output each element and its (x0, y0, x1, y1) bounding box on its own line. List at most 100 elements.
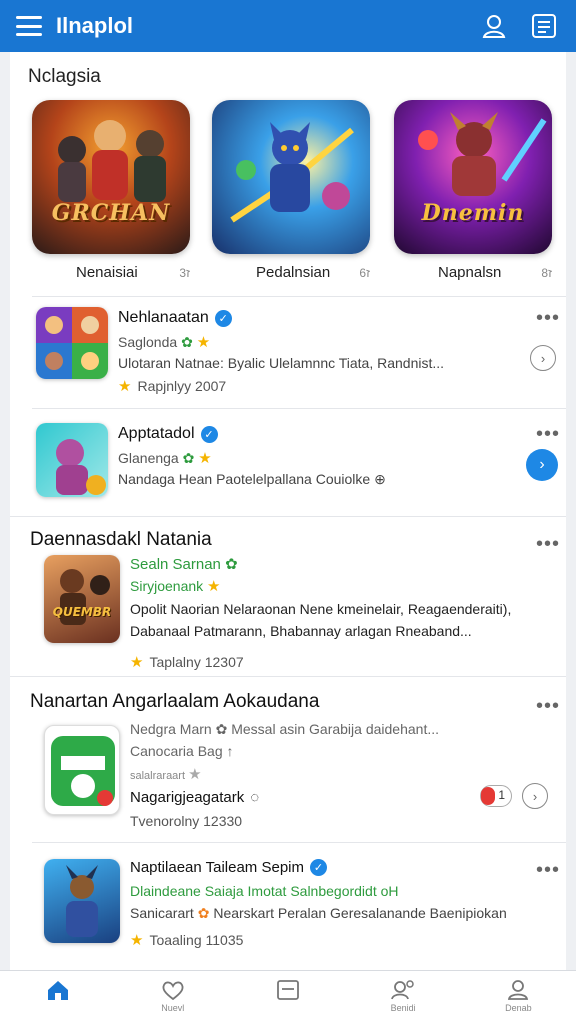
person-icon (508, 980, 529, 1000)
app-title: Ilnaplol (56, 13, 133, 38)
account-icon[interactable] (478, 10, 510, 42)
item-rating: ★ Toaaling 11035 (130, 931, 243, 949)
featured-label: Nenaisiai (76, 264, 138, 281)
app-name: Nehlanaatan ✓ (118, 309, 232, 327)
add-circle-icon: ⊕ (374, 471, 386, 487)
hamburger-icon[interactable] (16, 16, 42, 36)
verified-icon: ✓ (200, 425, 218, 443)
section-block: Nanartan Angarlaalam Aokaudana ••• Nedgr… (10, 676, 566, 842)
more-options-icon[interactable]: ••• (536, 534, 560, 554)
featured-meta: ז6 (359, 265, 370, 280)
item-name-text: Sealn Sarnan (130, 556, 221, 573)
chevron-right-icon[interactable]: › (522, 783, 548, 809)
featured-image: Dnemin (394, 100, 552, 254)
item-line: Nedgra Marn ✿ Messal asin Garabija daide… (130, 721, 439, 737)
app-developer: Saglonda ✿ ★ (118, 333, 210, 351)
people-icon (391, 980, 414, 1000)
developer-text: Glanenga (118, 450, 179, 466)
verified-green-icon: ✿ (225, 556, 238, 573)
item-developer: Siryjoenank ★ (130, 577, 221, 595)
more-options-icon[interactable]: ••• (536, 696, 560, 716)
star-icon: ★ (196, 334, 211, 351)
list-item[interactable]: Naptilaean Taileam Sepim ✓ Dlaindeane Sai… (32, 842, 566, 970)
app-icon (44, 859, 120, 943)
item-name-text: Naptilaean Taileam Sepim (130, 859, 304, 876)
item-name: Nagarigjeagatark ◌ (130, 789, 259, 806)
content-sheet: Nclagsia GRCHAN Nenaisiai ז3 Pedalnsian … (10, 52, 566, 970)
featured-title: Nclagsia (28, 66, 101, 87)
item-rating: Tvenorolny 12330 (130, 813, 243, 829)
more-options-icon[interactable]: ••• (536, 860, 560, 880)
item-name-text: Nagarigjeagatark (130, 789, 245, 806)
thumb-text: QUEMBR (52, 605, 112, 619)
featured-label: Pedalnsian (256, 264, 331, 281)
rating-text: Rapjnlyy 2007 (137, 378, 227, 394)
star-icon: ★ (130, 932, 144, 949)
card-icon (277, 980, 299, 1000)
app-name: Apptatadol ✓ (118, 425, 218, 443)
list-item[interactable]: Apptatadol ✓ Glanenga ✿ ★ Nandaga Hean Pa… (32, 408, 566, 516)
featured-banner-text: Dnemin (421, 200, 525, 226)
toggle-knob (481, 787, 495, 805)
item-line-text: salalraraart (130, 770, 186, 782)
featured-image (212, 100, 370, 254)
nav-label: Nuevl (161, 1003, 185, 1013)
nav-friends[interactable]: Benidi (373, 979, 433, 1013)
item-line: Sanicarart ✿ Nearskart Peralan Geresalan… (130, 905, 566, 922)
more-options-icon[interactable]: ••• (536, 424, 560, 444)
app-description: Ulotaran Natnae: Byalic Ulelamnnc Tiata,… (118, 355, 445, 371)
rating-text: Taplalny 12307 (149, 654, 244, 670)
featured-card[interactable]: GRCHAN Nenaisiai ז3 (32, 100, 190, 281)
nav-profile[interactable]: Denab (488, 979, 548, 1013)
star-icon: ★ (207, 578, 221, 595)
toggle-switch[interactable]: 1 (480, 785, 512, 807)
app-name-text: Apptatadol (118, 425, 195, 442)
badge-icon: ✿ (182, 450, 195, 466)
featured-label: Napnalsn (438, 264, 502, 281)
featured-banner-text: GRCHAN (51, 200, 171, 226)
item-line: Dlaindeane Saiaja Imotat Salnbegordidt o… (130, 883, 399, 899)
flower-icon: ✿ (197, 905, 210, 921)
app-icon (44, 725, 120, 815)
developer-text: Saglonda (118, 334, 178, 350)
item-line: salalraraart ★ (130, 765, 202, 783)
location-icon: ◌ (250, 789, 260, 806)
item-description: Opolit Naorian Nelaraonan Nene kmeinelai… (130, 601, 512, 617)
item-rating: ★ Taplalny 12307 (130, 653, 244, 671)
app-icon: QUEMBR (44, 555, 120, 643)
star-icon: ★ (130, 654, 144, 671)
section-title: Daennasdakl Natania (30, 529, 212, 550)
toggle-value: 1 (498, 788, 505, 802)
item-name: Naptilaean Taileam Sepim ✓ (130, 859, 327, 876)
description-text: Nandaga Hean Paotelelpallana Couiolke (118, 471, 371, 487)
item-line: Canocaria Bag ↑ (130, 743, 234, 759)
featured-meta: ז3 (179, 265, 190, 280)
featured-image: GRCHAN (32, 100, 190, 254)
featured-meta: ז8 (541, 265, 552, 280)
featured-card[interactable]: Dnemin Napnalsn ז8 (394, 100, 552, 281)
featured-carousel: GRCHAN Nenaisiai ז3 Pedalnsian ז6 Dnemin… (32, 100, 552, 290)
app-name-text: Nehlanaatan (118, 309, 209, 326)
bottom-nav: Nuevl Benidi Denab (0, 970, 576, 1024)
developer-text: Siryjoenank (130, 578, 204, 594)
verified-icon: ✓ (310, 859, 327, 876)
more-options-icon[interactable]: ••• (536, 308, 560, 328)
featured-banner-text (220, 196, 362, 230)
star-icon: ★ (198, 450, 212, 467)
list-icon[interactable] (528, 10, 560, 42)
nav-home[interactable] (28, 979, 88, 1003)
nav-label: Denab (505, 1003, 532, 1013)
chevron-right-icon[interactable]: › (526, 449, 558, 481)
nav-library[interactable] (258, 979, 318, 1003)
featured-card[interactable]: Pedalnsian ז6 (212, 100, 370, 281)
section-title: Nanartan Angarlaalam Aokaudana (30, 691, 320, 712)
nav-favorites[interactable]: Nuevl (143, 979, 203, 1013)
list-item[interactable]: Nehlanaatan ✓ Saglonda ✿ ★ Ulotaran Natna… (32, 296, 566, 408)
heart-icon (162, 981, 184, 1001)
item-description: Dabanaal Patmarann, Bhabannay arlagan Rn… (130, 623, 472, 639)
item-line-text: Sanicarart (130, 905, 194, 921)
nav-label: Benidi (390, 1003, 416, 1013)
app-icon (36, 423, 108, 497)
app-rating: ★ Rapjnlyy 2007 (118, 377, 226, 395)
chevron-right-icon[interactable]: › (530, 345, 556, 371)
